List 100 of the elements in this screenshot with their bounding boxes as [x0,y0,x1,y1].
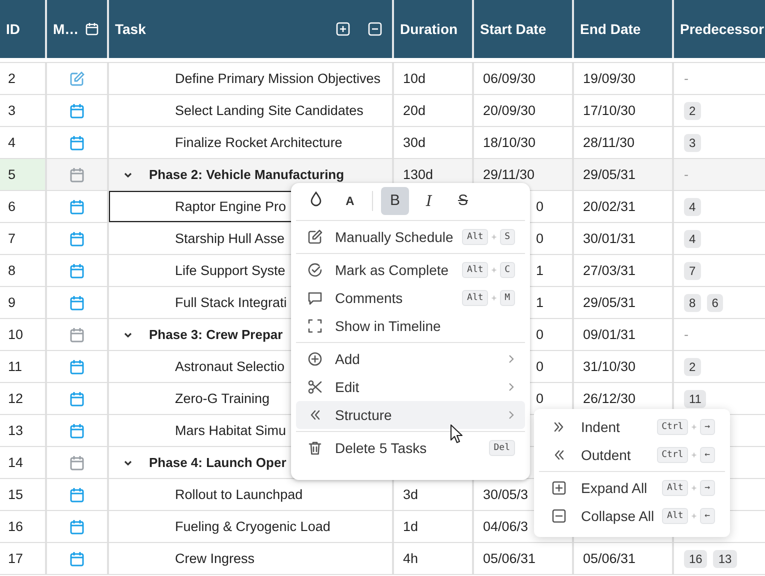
predecessor-tag[interactable]: 16 [684,550,708,568]
key-cap: → [700,419,715,435]
id-cell: 7 [0,223,47,254]
start-date-text: 1 [536,263,544,278]
end-date-text: 29/05/31 [583,295,636,310]
end-date-text: 31/10/30 [583,359,636,374]
calendar-icon[interactable] [69,262,85,278]
id-cell: 13 [0,415,47,446]
end-date-text: 30/01/31 [583,231,636,246]
column-title: Predecessor [680,21,764,37]
menu-item-label: Delete 5 Tasks [335,440,428,456]
add-icon [307,351,323,367]
start-date-text: 0 [536,391,544,406]
bold-button[interactable]: B [381,186,409,214]
column-header[interactable]: Predecessor [674,0,765,58]
menu-item[interactable]: Structure [296,401,525,429]
calendar-icon[interactable] [69,294,85,310]
predecessor-tag[interactable]: 8 [684,294,701,312]
id-cell: 17 [0,543,47,574]
plus-sign: + [691,450,697,460]
calendar-icon[interactable] [69,358,85,374]
id-cell: 3 [0,95,47,126]
end-date-text: 09/01/31 [583,327,636,342]
menu-item[interactable]: Collapse All Alt + ← [539,502,725,530]
end-date-text: 28/11/30 [583,135,635,150]
plus-sign: + [691,422,697,432]
id-cell: 12 [0,383,47,414]
menu-item-label: Collapse All [581,508,656,524]
key-cap: → [700,480,715,496]
predecessor-tag[interactable]: 11 [684,390,706,408]
start-date-text: 1 [536,295,544,310]
italic-button[interactable]: I [415,186,443,214]
menu-item-label: Comments [335,290,404,306]
task-name: Phase 2: Vehicle Manufacturing [149,167,344,182]
menu-item[interactable]: Indent Ctrl + → [539,413,725,441]
menu-item[interactable]: Add [296,345,525,373]
strike-button[interactable]: S [449,186,477,214]
calendar-icon[interactable] [69,198,85,214]
end-date-text: 29/05/31 [583,167,636,182]
key-cap: S [500,229,515,245]
column-title: Task [115,21,146,37]
menu-item[interactable]: Manually Schedule Alt + S [296,223,525,251]
end-date-text: 26/12/30 [583,391,636,406]
key-cap: M [500,290,515,306]
menu-item[interactable]: Edit [296,373,525,401]
no-predecessor-text: - [684,167,688,182]
drop-icon [309,190,323,206]
task-name: Select Landing Site Candidates [175,103,364,118]
pencil-square-icon[interactable] [69,70,85,86]
menu-item[interactable]: Outdent Ctrl + ← [539,441,725,469]
calendar-icon[interactable] [69,518,85,534]
task-name: Phase 3: Crew Prepar [149,327,283,342]
task-name: Full Stack Integrati [175,295,287,310]
color-button[interactable]: A [336,186,364,214]
column-title: M… [53,21,79,37]
end-date-text: 20/02/31 [583,199,636,214]
calendar-icon[interactable] [69,422,85,438]
id-cell: 15 [0,479,47,510]
calendar-icon[interactable] [69,550,85,566]
calendar-icon[interactable] [69,102,85,118]
id-cell: 2 [0,63,47,94]
menu-item[interactable]: Delete 5 Tasks Del [296,434,525,462]
key-cap: Ctrl [656,419,688,435]
predecessor-tag[interactable]: 7 [684,262,701,280]
id-cell: 6 [0,191,47,222]
calendar-icon[interactable] [69,134,85,150]
collapse-all-icon[interactable] [368,22,382,36]
plus-sign: + [491,265,497,275]
menu-item[interactable]: Comments Alt + M [296,284,525,312]
predecessor-tag[interactable]: 2 [684,358,701,376]
trash-icon [307,440,323,456]
calendar-icon[interactable] [69,166,85,182]
calendar-icon[interactable] [69,230,85,246]
start-date-text: 18/10/30 [483,135,536,150]
key-cap: Alt [462,290,488,306]
calendar-icon[interactable] [69,486,85,502]
menu-item[interactable]: Show in Timeline [296,312,525,340]
calendar-icon[interactable] [69,454,85,470]
predecessor-tag[interactable]: 4 [684,198,701,216]
expand-all-icon[interactable] [336,22,350,36]
task-name: Astronaut Selectio [175,359,285,374]
predecessor-tag[interactable]: 3 [684,134,701,152]
menu-item[interactable]: Mark as Complete Alt + C [296,256,525,284]
calendar-icon[interactable] [69,326,85,342]
id-cell: 8 [0,255,47,286]
focus-icon [307,318,323,334]
predecessor-tag[interactable]: 6 [706,294,724,312]
predecessor-tag[interactable]: 13 [713,550,737,568]
predecessor-tag[interactable]: 2 [684,102,701,120]
menu-item-label: Show in Timeline [335,318,442,334]
menu-item[interactable]: Expand All Alt + → [539,474,725,502]
calendar-icon[interactable] [69,390,85,406]
key-cap: Alt [462,262,488,278]
expand-icon [551,480,567,496]
start-date-text: 20/09/30 [483,103,536,118]
menu-item-label: Expand All [581,480,648,496]
id-cell: 5 [0,159,47,190]
predecessor-tag[interactable]: 4 [684,230,701,248]
task-name: Raptor Engine Pro [175,199,286,214]
duration-text: 1d [403,519,418,534]
